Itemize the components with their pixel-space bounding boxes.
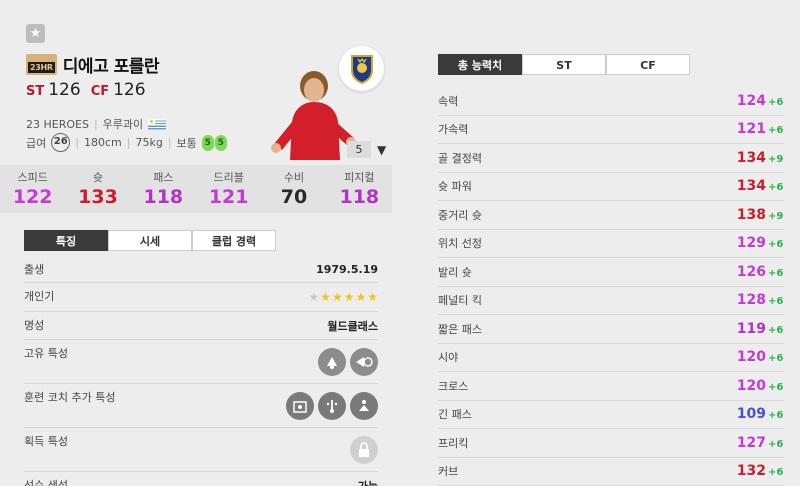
season-badge: 23HR xyxy=(26,54,57,75)
position-st: ST 126 xyxy=(26,80,81,100)
attribute-row: 짧은 패스 119 +6 xyxy=(438,315,784,344)
attribute-row: 커브 132 +6 xyxy=(438,458,784,486)
star-filled-icon: ★ xyxy=(343,290,355,304)
star-empty-icon: ★ xyxy=(308,290,320,304)
level-value[interactable]: 5 xyxy=(347,141,371,158)
nation-name: 우루과이 xyxy=(102,118,144,131)
weight: 75kg xyxy=(135,136,163,149)
traits-list: 출생 1979.5.19 개인기 ★ ★ ★ ★ ★ ★ 명성 월드클래스 고유… xyxy=(24,256,378,486)
info-tabs: 특징 시세 클럽 경력 xyxy=(24,230,276,251)
attribute-tabs: 총 능력치 ST CF xyxy=(438,54,690,75)
attribute-row: 발리 슛 126 +6 xyxy=(438,258,784,287)
acquired-traits-row: 획득 특성 xyxy=(24,428,378,472)
attribute-row: 시야 120 +6 xyxy=(438,344,784,372)
level-selector[interactable]: 5 ▼ xyxy=(347,141,386,158)
speed-dribbler-trait-icon[interactable] xyxy=(350,347,378,376)
coach-traits-row: 훈련 코치 추가 특성 xyxy=(24,384,378,428)
player-info-panel: ★ 23HR 디에고 포를란 ST 126 CF 126 23 HEROES |… xyxy=(0,0,392,486)
uruguay-flag-icon xyxy=(148,118,167,130)
pay-value: 26 xyxy=(51,133,71,152)
position-cf: CF 126 xyxy=(90,80,146,100)
height: 180cm xyxy=(83,136,122,149)
stat-speed: 스피드 122 xyxy=(12,171,53,208)
season-name: 23 HEROES xyxy=(26,117,89,131)
penalty-trait-icon[interactable] xyxy=(286,391,314,420)
summary-stats: 스피드 122 슛 133 패스 118 드리블 121 수비 70 피지컬 1… xyxy=(0,165,392,213)
stat-defending: 수비 70 xyxy=(280,171,308,208)
reputation-row: 명성 월드클래스 xyxy=(24,312,378,340)
season-nation-row: 23 HEROES | 우루과이 xyxy=(26,116,167,132)
tab-club-career[interactable]: 클럽 경력 xyxy=(192,230,276,251)
attribute-row: 속력 124 +6 xyxy=(438,87,784,116)
body-type: 보통 xyxy=(176,136,197,150)
long-shot-trait-icon[interactable] xyxy=(318,391,346,420)
strong-foot-icon: 5 xyxy=(214,134,227,151)
popularity-stars: ★ ★ ★ ★ ★ ★ xyxy=(308,290,378,304)
foot-ratings: 5 5 xyxy=(201,134,227,151)
stat-physical: 피지컬 118 xyxy=(339,171,380,208)
tab-traits[interactable]: 특징 xyxy=(24,230,108,251)
popularity-row: 개인기 ★ ★ ★ ★ ★ ★ xyxy=(24,283,378,312)
attribute-row: 골 결정력 134 +9 xyxy=(438,144,784,173)
attribute-row: 크로스 120 +6 xyxy=(438,372,784,401)
tab-market-price[interactable]: 시세 xyxy=(108,230,192,251)
attribute-row: 위치 선정 129 +6 xyxy=(438,230,784,258)
pay-label: 급여 xyxy=(26,136,47,150)
attribute-list: 속력 124 +6 가속력 121 +6 골 결정력 134 +9 슛 파워 134 +6 중거… xyxy=(438,87,784,486)
tab-overall-stats[interactable]: 총 능력치 xyxy=(438,54,522,75)
attribute-row: 프리킥 127 +6 xyxy=(438,429,784,458)
tab-cf[interactable]: CF xyxy=(606,54,690,75)
tab-st[interactable]: ST xyxy=(522,54,606,75)
player-photo xyxy=(262,64,358,160)
star-filled-icon: ★ xyxy=(320,290,331,304)
creation-value: 가능 xyxy=(358,478,378,486)
attribute-row: 슛 파워 134 +6 xyxy=(438,173,784,201)
favorite-star-icon[interactable]: ★ xyxy=(26,24,45,43)
star-filled-icon: ★ xyxy=(355,290,367,304)
birth-row: 출생 1979.5.19 xyxy=(24,256,378,283)
reputation-value: 월드클래스 xyxy=(327,319,378,333)
chevron-down-icon[interactable]: ▼ xyxy=(377,143,386,157)
lock-icon[interactable] xyxy=(350,435,378,464)
finesse-shot-trait-icon[interactable] xyxy=(318,347,346,376)
attribute-row: 긴 패스 109 +6 xyxy=(438,401,784,429)
star-filled-icon: ★ xyxy=(367,290,378,304)
stat-shooting: 슛 133 xyxy=(78,171,118,208)
weak-foot-icon: 5 xyxy=(201,134,214,151)
star-filled-icon: ★ xyxy=(331,290,343,304)
unique-traits-row: 고유 특성 xyxy=(24,340,378,384)
player-name: 디에고 포를란 xyxy=(62,57,160,77)
position-ratings: ST 126 CF 126 xyxy=(26,80,146,100)
birth-value: 1979.5.19 xyxy=(316,262,378,276)
stat-passing: 패스 118 xyxy=(143,171,184,208)
player-name-row: 23HR 디에고 포를란 xyxy=(26,52,160,77)
attribute-row: 중거리 슛 138 +9 xyxy=(438,201,784,230)
stat-dribbling: 드리블 121 xyxy=(208,171,249,208)
attribute-row: 페널티 킥 128 +6 xyxy=(438,287,784,315)
attribute-row: 가속력 121 +6 xyxy=(438,116,784,144)
creation-row: 선수 생성 가능 xyxy=(24,472,378,486)
body-info-row: 급여 26 | 180cm | 75kg | 보통 5 5 xyxy=(26,133,227,152)
composure-trait-icon[interactable] xyxy=(350,391,378,420)
